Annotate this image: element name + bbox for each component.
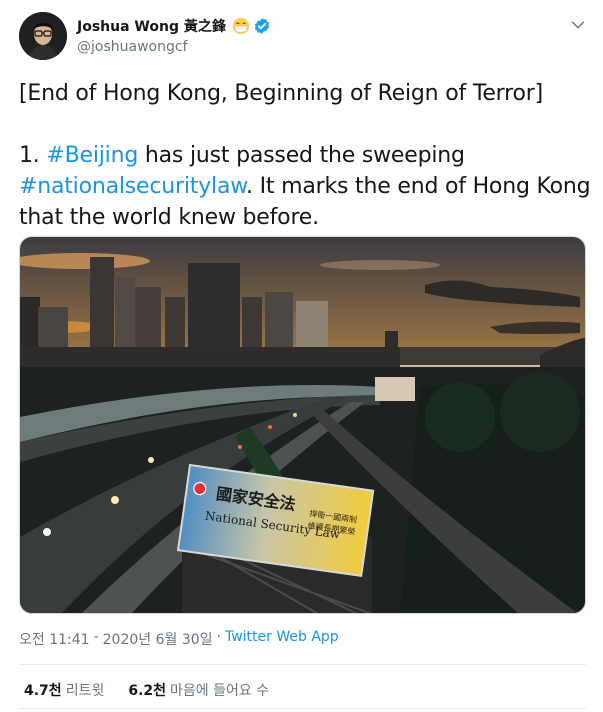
avatar[interactable] <box>19 12 67 60</box>
chevron-down-icon[interactable] <box>569 16 587 34</box>
tweet-text-fragment: has just passed the sweeping <box>138 143 465 168</box>
tweet-timestamp-row: 오전 11:41 - 2020년 6월 30일 · Twitter Web Ap… <box>19 629 339 649</box>
tweet-text-fragment: . It marks the end of Hong Kong <box>246 174 591 199</box>
likes-count: 6.2천 <box>128 683 167 699</box>
tweet-stats: 4.7천 리트윗 6.2천 마음에 들어요 수 <box>24 680 293 700</box>
tweet-date[interactable]: 2020년 6월 30일 <box>103 629 213 649</box>
hashtag-beijing-link[interactable]: #Beijing <box>46 143 138 168</box>
tweet-header: Joshua Wong 黃之鋒 @joshuawongcf <box>19 12 589 62</box>
tweet-source-link[interactable]: Twitter Web App <box>225 629 339 649</box>
tweet-line-1: [End of Hong Kong, Beginning of Reign of… <box>19 81 543 106</box>
hong-kong-sunset-photo: 國家安全法 National Security Law 捍衛一國兩制 維護長期繁… <box>20 237 585 613</box>
divider <box>19 664 586 665</box>
retweets-stat[interactable]: 4.7천 리트윗 <box>24 680 104 700</box>
tweet-text: [End of Hong Kong, Beginning of Reign of… <box>19 78 591 233</box>
display-name[interactable]: Joshua Wong 黃之鋒 <box>77 16 226 36</box>
likes-stat[interactable]: 6.2천 마음에 들어요 수 <box>128 680 269 700</box>
hashtag-nationalsecuritylaw-link[interactable]: #nationalsecuritylaw <box>19 174 246 199</box>
name-row: Joshua Wong 黃之鋒 <box>77 16 271 36</box>
tweet-line-4: that the world knew before. <box>19 205 319 230</box>
tweet-time[interactable]: 오전 11:41 <box>19 629 90 649</box>
divider <box>19 708 586 709</box>
tweet-text-fragment: 1. <box>19 143 47 168</box>
tweet-line-3: #nationalsecuritylaw. It marks the end o… <box>19 171 591 202</box>
verified-badge-icon <box>254 18 269 34</box>
retweets-label: 리트윗 <box>65 683 105 699</box>
author-handle[interactable]: @joshuawongcf <box>77 39 271 55</box>
tweet-line-2: 1. #Beijing has just passed the sweeping <box>19 140 587 171</box>
likes-label: 마음에 들어요 수 <box>170 683 270 699</box>
meta-dash: - <box>93 629 99 645</box>
tweet-photo[interactable]: 國家安全法 National Security Law 捍衛一國兩制 維護長期繁… <box>19 236 586 614</box>
author-names: Joshua Wong 黃之鋒 @joshuawongcf <box>77 16 271 55</box>
meta-separator: · <box>216 629 221 645</box>
smiling-face-with-mask-emoji <box>232 17 249 35</box>
retweets-count: 4.7천 <box>24 683 62 699</box>
